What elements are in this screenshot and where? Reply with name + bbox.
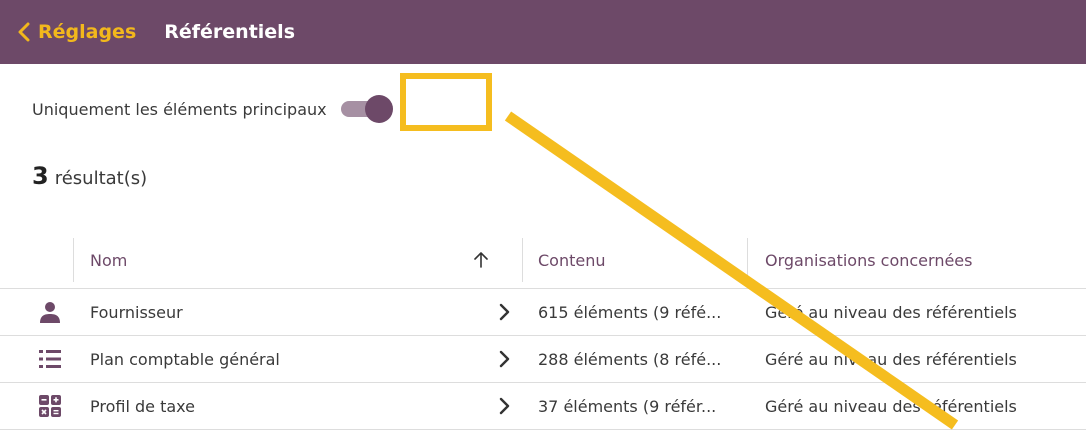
row-organisations: Géré au niveau des référentiels	[765, 396, 1017, 416]
column-header-name[interactable]: Nom	[90, 232, 127, 288]
result-label: résultat(s)	[54, 168, 148, 189]
column-separator	[522, 238, 523, 282]
table-row[interactable]: Fournisseur 615 éléments (9 réfé... Géré…	[0, 289, 1086, 336]
main-elements-filter: Uniquement les éléments principaux	[32, 94, 393, 124]
page-title: Référentiels	[164, 21, 296, 43]
table-header: Nom Contenu Organisations concernées	[0, 232, 1086, 289]
chevron-right-icon[interactable]	[497, 397, 513, 415]
person-icon	[40, 302, 60, 323]
result-summary: 3 résultat(s)	[32, 162, 147, 190]
table-row[interactable]: Profil de taxe 37 éléments (9 référ... G…	[0, 383, 1086, 430]
row-organisations: Géré au niveau des référentiels	[765, 349, 1017, 369]
top-bar: Réglages Référentiels	[0, 0, 1086, 64]
row-content: 288 éléments (8 réfé...	[538, 349, 722, 369]
row-content: 37 éléments (9 référ...	[538, 396, 717, 416]
chevron-right-icon[interactable]	[497, 303, 513, 321]
main-elements-toggle[interactable]	[335, 94, 393, 124]
row-name: Plan comptable général	[90, 349, 280, 369]
back-button[interactable]: Réglages	[16, 21, 136, 43]
chevron-right-icon[interactable]	[497, 350, 513, 368]
referentials-table: Nom Contenu Organisations concernées Fou…	[0, 232, 1086, 430]
column-separator	[73, 238, 74, 282]
sort-ascending-icon[interactable]	[471, 250, 491, 270]
row-organisations: Géré au niveau des référentiels	[765, 302, 1017, 322]
result-count: 3	[32, 162, 49, 190]
calculator-icon	[39, 395, 61, 417]
filter-label: Uniquement les éléments principaux	[32, 99, 327, 119]
row-content: 615 éléments (9 réfé...	[538, 302, 722, 322]
chevron-left-icon	[18, 22, 30, 42]
toggle-highlight	[400, 73, 492, 131]
list-icon	[39, 350, 61, 368]
row-name: Profil de taxe	[90, 396, 195, 416]
column-separator	[747, 238, 748, 282]
row-name: Fournisseur	[90, 302, 183, 322]
column-header-organisations[interactable]: Organisations concernées	[765, 232, 972, 288]
column-header-content[interactable]: Contenu	[538, 232, 606, 288]
table-row[interactable]: Plan comptable général 288 éléments (8 r…	[0, 336, 1086, 383]
back-label: Réglages	[38, 21, 137, 43]
toggle-knob	[364, 95, 393, 123]
